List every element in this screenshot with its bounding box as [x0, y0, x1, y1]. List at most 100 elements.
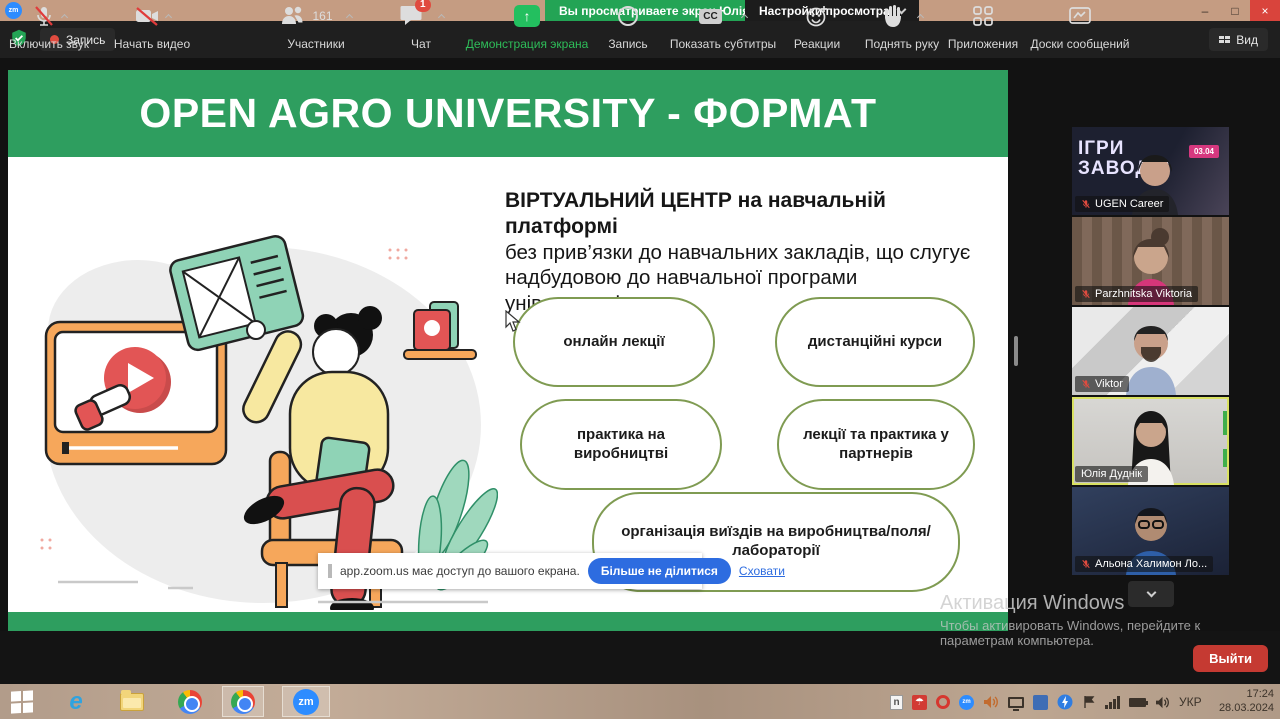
chevron-up-icon[interactable]: [345, 14, 352, 21]
display-tray-icon[interactable]: [1008, 697, 1024, 708]
oval-online-lectures: онлайн лекції: [513, 297, 715, 387]
chrome-icon: [178, 690, 202, 714]
reactions-button[interactable]: Реакции: [784, 3, 850, 51]
chat-unread-badge: 1: [415, 0, 431, 12]
whiteboards-button[interactable]: Доски сообщений: [1028, 3, 1132, 51]
avira-tray-icon[interactable]: ☂: [912, 695, 927, 710]
slide-header-band: OPEN AGRO UNIVERSITY - ФОРМАТ: [8, 70, 1008, 157]
zoom-tray-icon[interactable]: zm: [959, 695, 974, 710]
app-tray-icon[interactable]: [1033, 695, 1048, 710]
shared-screen-slide: OPEN AGRO UNIVERSITY - ФОРМАТ: [8, 70, 1008, 631]
share-screen-button[interactable]: ↑ Демонстрация экрана: [460, 3, 594, 51]
oval-practice-production: практика на виробництві: [520, 399, 722, 490]
captions-button[interactable]: CC Показать субтитры: [648, 3, 798, 51]
mic-muted-icon: [32, 4, 56, 28]
clock-time: 17:24: [1219, 688, 1274, 702]
zoom-control-toolbar: [0, 631, 1280, 684]
chevron-up-icon[interactable]: [164, 14, 171, 21]
taskbar-chrome[interactable]: [176, 688, 204, 716]
participant-tile-yulia-active-speaker[interactable]: Юлія Дуднік: [1072, 397, 1229, 485]
whiteboard-icon: [1068, 5, 1092, 27]
taskbar-internet-explorer[interactable]: e: [62, 688, 90, 716]
hide-notification-link[interactable]: Сховати: [739, 564, 785, 578]
slide-title: OPEN AGRO UNIVERSITY - ФОРМАТ: [139, 90, 876, 137]
unmute-button[interactable]: Включить звук: [6, 3, 92, 51]
share-notification-message: app.zoom.us має доступ до вашого екрана.: [340, 564, 580, 578]
language-indicator[interactable]: УКР: [1179, 695, 1202, 709]
participants-button[interactable]: 161 Участники: [268, 3, 364, 51]
taskbar-chrome-active[interactable]: [222, 686, 264, 717]
view-layout-button[interactable]: Вид: [1209, 28, 1268, 51]
participant-tile-parzhnitska[interactable]: Parzhnitska Viktoria: [1072, 217, 1229, 305]
windows-taskbar: e zm n ☂ zm УКР 17:24 28.03.2024: [0, 684, 1280, 719]
muted-mic-icon: [1081, 288, 1091, 300]
slide-illustration: [18, 210, 498, 610]
maximize-button[interactable]: □: [1220, 0, 1250, 21]
record-icon: [618, 6, 638, 26]
video-muted-icon: [134, 4, 160, 28]
participants-icon: [280, 5, 306, 27]
mouse-cursor: [505, 310, 521, 332]
view-label: Вид: [1236, 33, 1258, 47]
participants-count: 161: [312, 9, 332, 23]
muted-mic-icon: [1081, 198, 1091, 210]
folder-icon: [120, 693, 144, 711]
chevron-up-icon[interactable]: [60, 14, 67, 21]
reactions-smiley-icon: [805, 4, 829, 28]
flag-tray-icon[interactable]: [1082, 695, 1096, 709]
chevron-up-icon[interactable]: [741, 14, 748, 21]
participant-name: Parzhnitska Viktoria: [1095, 288, 1192, 300]
participant-tile-viktor[interactable]: Viktor: [1072, 307, 1229, 395]
opera-tray-icon[interactable]: [936, 695, 950, 709]
stop-sharing-button[interactable]: Більше не ділитися: [588, 558, 731, 584]
battery-icon[interactable]: [1129, 698, 1146, 707]
apps-button[interactable]: Приложения: [938, 3, 1028, 51]
system-tray: n ☂ zm УКР: [890, 688, 1202, 716]
drag-handle-icon[interactable]: [328, 564, 332, 578]
clock-date: 28.03.2024: [1219, 702, 1274, 716]
taskbar-file-explorer[interactable]: [118, 688, 146, 716]
tile-overlay-badge: 03.04: [1189, 145, 1219, 158]
oval-distance-courses: дистанційні курси: [775, 297, 975, 387]
minimize-button[interactable]: –: [1190, 0, 1220, 21]
participant-name: Viktor: [1095, 378, 1123, 390]
raise-hand-icon: [882, 4, 904, 28]
video-artifact: [1223, 449, 1227, 467]
video-artifact: [1223, 411, 1227, 435]
start-video-button[interactable]: Начать видео: [102, 3, 202, 51]
oval-partner-lectures: лекції та практика у партнерів: [777, 399, 975, 490]
start-button[interactable]: [8, 688, 36, 716]
taskbar-clock[interactable]: 17:24 28.03.2024: [1219, 688, 1274, 716]
participant-name: Юлія Дуднік: [1081, 468, 1142, 480]
volume-mixer-tray-icon[interactable]: [983, 695, 999, 709]
screen-share-notification: app.zoom.us має доступ до вашого екрана.…: [318, 553, 702, 589]
participant-tile-alona[interactable]: Альона Халимон Ло...: [1072, 487, 1229, 575]
lightning-tray-icon[interactable]: [1057, 694, 1073, 710]
zoom-icon: zm: [293, 689, 319, 715]
closed-captions-icon: CC: [699, 9, 721, 24]
windows-logo-icon: [11, 690, 33, 713]
apps-icon: [972, 5, 994, 27]
speaker-tray-icon[interactable]: [1155, 696, 1170, 709]
view-grid-icon: [1219, 36, 1230, 43]
collapse-thumbnails-button[interactable]: [1128, 581, 1174, 607]
participant-tile-ugen-career[interactable]: ІГРИЗАВОДІВ 03.04 UGEN Career: [1072, 127, 1229, 215]
muted-mic-icon: [1081, 558, 1091, 570]
muted-mic-icon: [1081, 378, 1091, 390]
network-signal-icon[interactable]: [1105, 696, 1120, 709]
chat-button[interactable]: 1 Чат: [392, 3, 450, 51]
slide-footer-band: [8, 612, 1008, 631]
chrome-icon: [231, 690, 255, 714]
panel-divider-handle[interactable]: [1014, 336, 1018, 366]
share-screen-icon: ↑: [514, 5, 540, 27]
chevron-up-icon[interactable]: [437, 14, 444, 21]
slide-body-line1: без прив’язки до навчальних закладів, що…: [505, 240, 983, 265]
slide-heading-bold: ВІРТУАЛЬНИЙ ЦЕНТР: [505, 189, 732, 212]
chevron-up-icon[interactable]: [916, 14, 923, 21]
notepad-tray-icon[interactable]: n: [890, 695, 903, 710]
close-button[interactable]: ×: [1250, 0, 1280, 21]
leave-meeting-button[interactable]: Выйти: [1193, 645, 1268, 672]
chevron-down-icon: [1146, 588, 1156, 598]
raise-hand-button[interactable]: Поднять руку: [852, 3, 952, 51]
taskbar-zoom-active[interactable]: zm: [282, 686, 330, 717]
